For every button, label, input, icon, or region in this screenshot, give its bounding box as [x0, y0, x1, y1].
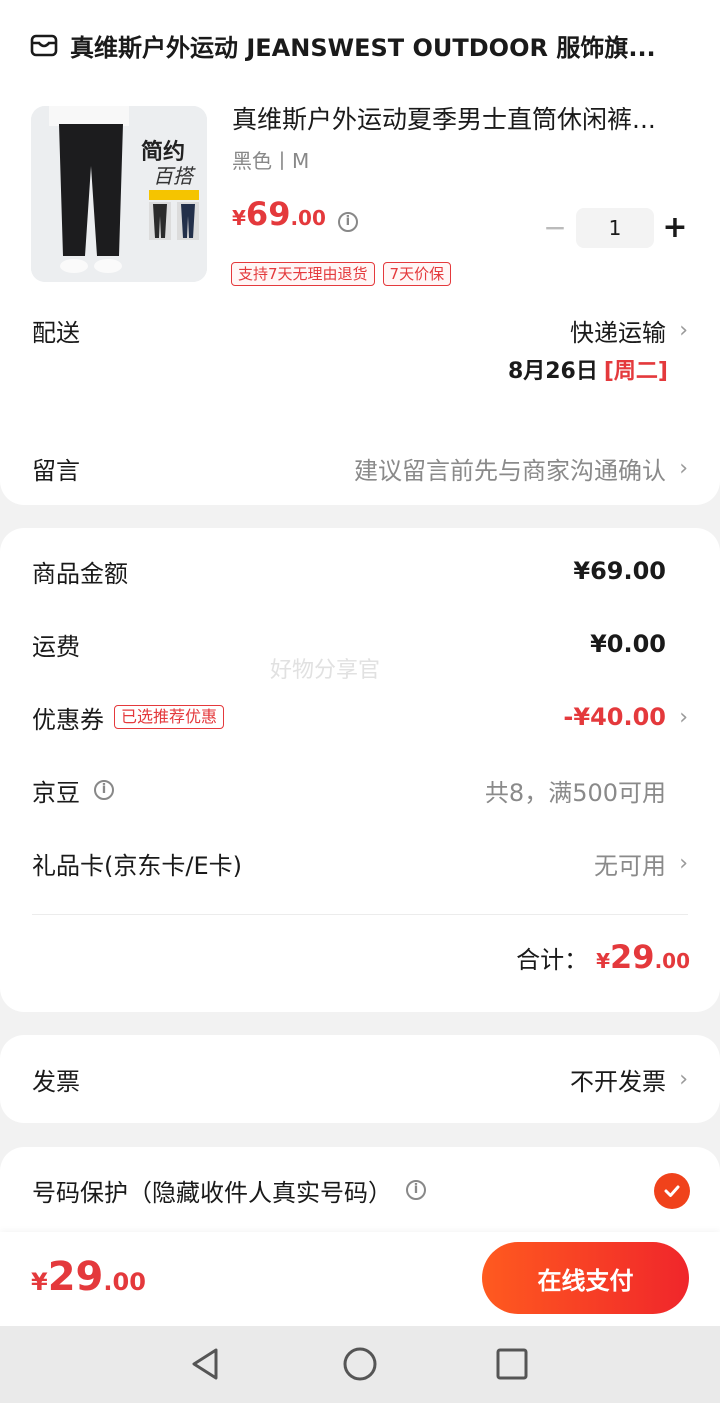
gift-card-label: 礼品卡(京东卡/E卡)	[32, 851, 242, 880]
checkout-bar: ¥ 29 .00 在线支付	[0, 1232, 720, 1326]
home-icon[interactable]	[342, 1346, 378, 1382]
product-price: ¥ 69 .00 i	[232, 195, 358, 233]
product-spec[interactable]: 黑色丨M	[232, 145, 309, 174]
checkout-total-symbol: ¥	[31, 1268, 48, 1296]
quantity-stepper: − 1 +	[540, 208, 690, 248]
chevron-right-icon: ›	[679, 317, 688, 343]
invoice-value: 不开发票	[570, 1067, 666, 1096]
pay-online-button[interactable]: 在线支付	[482, 1242, 689, 1314]
service-tags: 支持7天无理由退货 7天价保	[231, 262, 452, 286]
invoice-row[interactable]: 发票 不开发票 ›	[32, 1059, 688, 1099]
shipping-value: ¥0.00	[590, 630, 666, 658]
gift-card-value: 无可用	[594, 851, 666, 880]
recents-icon[interactable]	[494, 1346, 530, 1382]
plus-icon[interactable]: +	[660, 208, 690, 248]
message-row[interactable]: 留言 建议留言前先与商家沟通确认 ›	[32, 448, 688, 488]
privacy-label: 号码保护（隐藏收件人真实号码）	[32, 1178, 392, 1207]
checkout-total-integer: 29	[47, 1254, 104, 1300]
privacy-row: 号码保护（隐藏收件人真实号码） i	[32, 1170, 688, 1210]
message-label: 留言	[32, 456, 80, 485]
delivery-row[interactable]: 配送 快递运输 ›	[32, 310, 688, 350]
coupon-value: -¥40.00	[563, 703, 666, 731]
privacy-checkbox[interactable]	[654, 1173, 690, 1209]
product-thumbnail[interactable]: 简约 百搭	[31, 106, 207, 282]
price-decimal: .00	[290, 206, 326, 230]
shipping-label: 运费	[32, 632, 80, 661]
thumbnail-caption-sub: 百搭	[153, 164, 193, 188]
checkout-total: ¥ 29 .00	[31, 1254, 146, 1300]
message-placeholder: 建议留言前先与商家沟通确认	[354, 456, 666, 485]
coupon-badge: 已选推荐优惠	[114, 705, 225, 729]
coupon-row[interactable]: 优惠券 已选推荐优惠 -¥40.00 ›	[32, 697, 688, 737]
delivery-date-text: 8月26日	[507, 359, 598, 384]
goods-amount-value: ¥69.00	[573, 557, 666, 585]
delivery-date[interactable]: 8月26日 [周二]	[508, 353, 668, 385]
delivery-label: 配送	[32, 318, 80, 347]
subtotal-symbol: ¥	[596, 949, 611, 973]
subtotal-integer: 29	[610, 938, 655, 976]
chevron-right-icon: ›	[679, 455, 688, 481]
info-icon[interactable]: i	[406, 1180, 426, 1200]
goods-amount-row: 商品金额 ¥69.00	[32, 551, 688, 591]
subtotal-label: 合计：	[516, 946, 589, 974]
watermark: 好物分享官	[270, 658, 381, 683]
delivery-method: 快递运输	[570, 318, 666, 347]
price-integer: 69	[245, 195, 291, 233]
product-title[interactable]: 真维斯户外运动夏季男士直筒休闲裤...	[232, 100, 692, 136]
price-symbol: ¥	[232, 206, 246, 230]
chevron-right-icon: ›	[679, 704, 688, 730]
minus-icon[interactable]: −	[540, 208, 570, 248]
back-icon[interactable]	[188, 1346, 224, 1382]
delivery-weekday: [周二]	[603, 359, 668, 384]
chevron-right-icon: ›	[679, 1066, 688, 1092]
jd-beans-value: 共8，满500可用	[484, 778, 666, 807]
chevron-right-icon: ›	[679, 850, 688, 876]
tag-price-protect: 7天价保	[382, 262, 452, 286]
gift-card-row[interactable]: 礼品卡(京东卡/E卡) 无可用 ›	[32, 843, 688, 883]
coupon-label: 优惠券	[32, 705, 104, 734]
divider	[32, 914, 688, 915]
store-header[interactable]: 真维斯户外运动 JEANSWEST OUTDOOR 服饰旗...	[30, 26, 690, 64]
subtotal: 合计： ¥ 29 .00	[516, 938, 690, 976]
store-icon	[30, 31, 58, 59]
tag-return: 支持7天无理由退货	[231, 262, 375, 286]
check-icon	[664, 1185, 680, 1197]
goods-amount-label: 商品金额	[32, 559, 128, 588]
info-icon[interactable]: i	[94, 780, 114, 800]
order-card: 真维斯户外运动 JEANSWEST OUTDOOR 服饰旗... 简约 百搭 真…	[0, 0, 720, 505]
jd-beans-row[interactable]: 京豆 i 共8，满500可用	[32, 770, 688, 810]
checkout-total-decimal: .00	[103, 1268, 146, 1296]
jd-beans-label: 京豆	[32, 778, 80, 807]
invoice-label: 发票	[32, 1067, 80, 1096]
quantity-input[interactable]: 1	[576, 208, 654, 248]
info-icon[interactable]: i	[337, 212, 358, 232]
store-name: 真维斯户外运动 JEANSWEST OUTDOOR 服饰旗...	[70, 33, 656, 62]
subtotal-decimal: .00	[654, 949, 690, 973]
system-nav-bar	[0, 1326, 720, 1403]
